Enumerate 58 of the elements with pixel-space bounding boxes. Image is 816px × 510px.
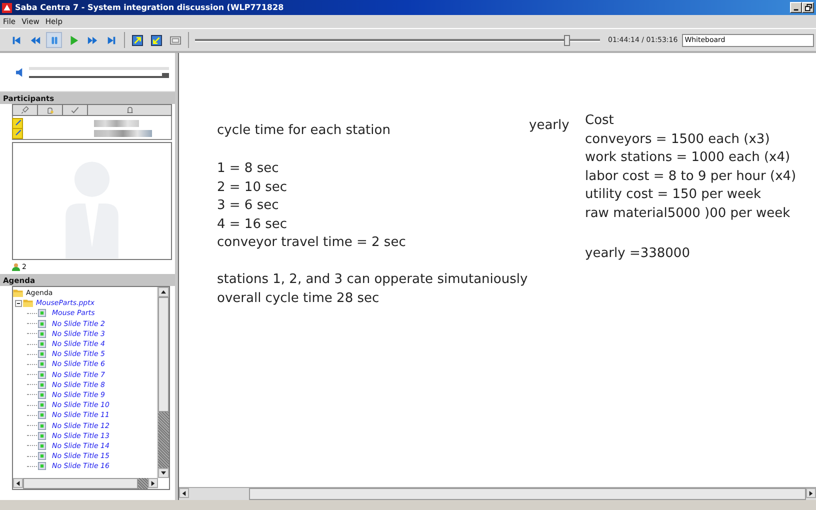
fast-forward-icon: [86, 34, 98, 46]
left-arrow-icon[interactable]: [16, 480, 20, 486]
bell-icon: [126, 106, 134, 114]
whiteboard-text: conveyor travel time = 2 sec: [217, 234, 406, 252]
window-arrow-icon: [132, 34, 142, 46]
microphone-icon: [21, 106, 29, 114]
app-logo-icon: [2, 2, 12, 12]
window-arrow-icon: [150, 34, 162, 46]
last-track-icon: [106, 34, 116, 46]
folder-icon: [23, 299, 33, 308]
whiteboard-text: conveyors = 1500 each (x3): [585, 130, 771, 148]
whiteboard-text: Cost: [585, 112, 615, 130]
volume-slider[interactable]: [29, 66, 169, 78]
whiteboard-text: 3 = 6 sec: [217, 197, 280, 215]
folder-icon: [13, 289, 23, 298]
window-arrow-button[interactable]: [148, 32, 164, 48]
vertical-scrollbar[interactable]: [157, 287, 169, 478]
whiteboard-text: yearly: [529, 117, 570, 135]
minimize-button[interactable]: [790, 2, 802, 13]
up-arrow-icon[interactable]: [161, 290, 166, 294]
pause-button[interactable]: [46, 32, 62, 48]
whiteboard-text: work stations = 1000 each (x4): [585, 149, 792, 167]
speaker-icon: [16, 68, 23, 76]
scrollbar-thumb[interactable]: [249, 488, 806, 500]
whiteboard-text: utility cost = 150 per week: [585, 186, 762, 204]
slider-thumb[interactable]: [162, 72, 169, 78]
slider-thumb[interactable]: [564, 34, 570, 46]
whiteboard-text: overall cycle time 28 sec: [217, 290, 380, 308]
whiteboard-text: 4 = 16 sec: [217, 216, 288, 234]
right-arrow-icon[interactable]: [809, 490, 813, 496]
horizontal-scrollbar[interactable]: [13, 478, 158, 489]
whiteboard-text: 1 = 8 sec: [217, 160, 280, 178]
scrollbar-track[interactable]: [138, 478, 148, 489]
horizontal-scrollbar[interactable]: [179, 487, 816, 500]
whiteboard-text: raw material5000 )00 per week: [585, 204, 792, 222]
scrollbar-thumb[interactable]: [158, 297, 169, 412]
blurred-name: [94, 130, 152, 136]
pause-icon: [48, 34, 60, 46]
person-icon: [12, 263, 20, 271]
whiteboard-text: cycle time for each station: [217, 122, 390, 140]
right-arrow-icon[interactable]: [151, 480, 155, 486]
collapse-icon[interactable]: [15, 300, 22, 307]
blurred-name: [94, 120, 139, 126]
whiteboard-text: labor cost = 8 to 9 per hour (x4): [585, 168, 796, 186]
window-arrow-button[interactable]: [129, 32, 145, 48]
whiteboard-text: stations 1, 2, and 3 can opperate simutaniously: [217, 271, 528, 289]
first-track-icon: [10, 34, 22, 46]
caption-icon: [170, 34, 180, 46]
left-arrow-icon[interactable]: [182, 490, 186, 496]
down-arrow-icon[interactable]: [161, 471, 166, 475]
rewind-icon: [30, 34, 40, 46]
whiteboard-text: yearly =338000: [585, 245, 690, 263]
restore-button[interactable]: [802, 2, 814, 13]
window-title: Saba Centra 7 - System integration discussion (WLP771828: [15, 3, 285, 12]
scrollbar-thumb[interactable]: [23, 478, 138, 489]
playback-slider[interactable]: [195, 34, 600, 46]
restore-icon: [804, 4, 812, 11]
whiteboard-text: 2 = 10 sec: [217, 178, 288, 196]
